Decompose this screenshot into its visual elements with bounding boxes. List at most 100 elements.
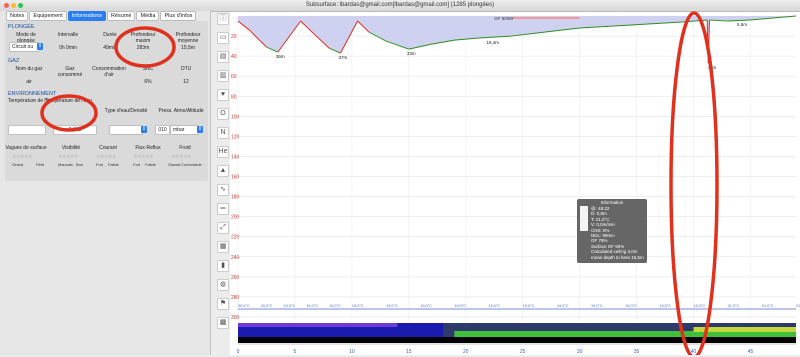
tooltip-line: GF 78% [591,238,608,244]
x-tick-label: 40 [691,349,697,355]
cns-value: 6% [144,79,152,85]
duration-value: 49min [103,45,117,51]
dive-profile-chart[interactable]: 20 40 60 80 100 120 140 160 180 200 220 240 260 280 30… [230,12,800,355]
dive-mode-select[interactable]: Circuit ou [9,42,40,52]
depth-label: 36m [276,54,285,59]
x-tick-label: 20 [463,349,469,355]
x-tick-label: 10 [349,349,355,355]
waves-low-label: Grand [12,162,24,167]
tab-summary[interactable]: Résumé [107,11,136,21]
water-temperature-field[interactable]: 0,0°C [53,125,97,135]
mean-depth-label: Profondeur moyenne [175,32,201,44]
deco-icon[interactable]: ⚑ [217,298,229,310]
air-temperature-field[interactable] [8,125,46,135]
surge-high-label: Faible [145,162,156,167]
window-title: Subsurface: lbardas@gmail.com[lbardas@gm… [305,2,495,8]
water-temperature-label: Température de l'eau [45,98,92,104]
heatmap-band [693,327,796,332]
depth-label: 37m [338,55,347,60]
temperature-label: 21,0°C [796,304,800,308]
chill-high-label: Confortable [181,162,202,167]
tooltip-line: mean depth to here 15,5m [591,254,644,260]
dive-mode-select-stepper-icon[interactable]: ⇕ [37,43,43,50]
water-type-stepper-icon[interactable]: ⇕ [141,126,147,133]
tab-equipment[interactable]: Equipement [29,11,67,21]
calc-ceiling-icon[interactable]: ▤ [217,51,229,63]
visibility-rating[interactable]: ☆☆☆☆☆ [58,154,78,160]
po2-icon[interactable]: O [217,108,229,120]
gas-name-label: Nom du gaz [15,66,43,72]
ruler-icon[interactable]: ═ [217,203,229,215]
tank-icon[interactable]: ▮ [217,260,229,272]
temperature-label: 19,0°C [659,304,671,308]
dive-profile-svg[interactable]: 2040608010012014016018020022024026028030… [230,12,800,355]
scale-icon[interactable]: ⤢ [217,222,229,234]
max-depth-label: Profondeur maxim [130,32,156,44]
tooltip-line: CNS: 6% [591,227,610,233]
surge-label: Flux-Reflux [135,145,161,151]
surge-low-label: Fort [133,162,141,167]
water-type-label: Type d'eau/Densité [104,108,148,114]
tooltip-line: V: 0,0m/min [591,222,615,228]
y-tick-label: 60 [231,74,237,80]
x-tick-label: 30 [577,349,583,355]
x-tick-label: 0 [237,349,240,355]
tab-bar: Notes Equipement Informations Résumé Méd… [6,11,197,21]
tooltip-line: Calculated ceiling 3,0m [591,249,638,255]
tooltip-depth-gauge-icon [580,206,588,231]
information-tooltip: Information @: 49:22 D: 0,8m T: 21,0°C V: 0… [577,199,647,263]
temperature-label: 19,0°C [523,304,535,308]
depth-label: GF 80/80 [494,16,513,21]
ceiling-icon[interactable]: ▭ [217,32,229,44]
pressure-field[interactable]: 010 [155,125,170,135]
pressure-unit-stepper-icon[interactable]: ⇕ [197,126,203,133]
chill-rating[interactable]: ☆☆☆☆☆ [171,154,191,160]
tooltip-line: T: 21,0°C [591,216,610,222]
surge-rating[interactable]: ☆☆☆☆☆ [133,154,153,160]
tab-media[interactable]: Média [136,11,160,21]
depth-label: 5,5m [737,22,747,27]
heatmap-band [238,337,796,343]
water-type-select[interactable] [109,125,143,135]
x-tick-label: 5 [294,349,297,355]
temperature-label: 19,0°C [329,304,341,308]
temperature-label: 20,0°C [261,304,273,308]
depth-label: 18,4m [487,40,500,45]
sac-label: Consommation d'air [92,66,126,78]
current-high-label: Faible [108,162,119,167]
current-rating[interactable]: ☆☆☆☆☆ [96,154,116,160]
sac-icon[interactable]: ◍ [217,279,229,291]
gradient-icon[interactable]: ▲ [217,165,229,177]
visibility-label: Visibilité [61,145,81,151]
section-gas-heading: GAZ [8,58,20,64]
gas-name-value: air [26,79,32,85]
y-tick-label: 80 [231,94,237,100]
tooltip-line: @: 49:22 [591,206,610,211]
tooltip-line: D: 0,8m [591,211,607,217]
y-tick-label: 20 [231,34,237,40]
tissue-icon[interactable]: ▥ [217,70,229,82]
info-icon[interactable]: ⓘ [217,13,229,25]
depth-label: 47m [707,65,716,70]
waves-rating[interactable]: ☆☆☆☆☆ [12,154,32,160]
x-tick-label: 25 [520,349,526,355]
tooltip-line: NDL: 99min [591,233,615,238]
visibility-low-label: Mauvais [58,162,73,167]
temperature-label: 19,0°C [489,304,501,308]
tab-information[interactable]: Informations [67,11,106,21]
heart-rate-icon[interactable]: ♥ [217,89,229,101]
temperature-label: 20,0°C [238,304,250,308]
profile-icon[interactable]: ∿ [217,184,229,196]
heatmap-icon[interactable]: ▩ [217,317,229,329]
pn2-icon[interactable]: N [217,127,229,139]
temperature-label: 19,0°C [420,304,432,308]
tooltip-line: Surface GF 90% [591,243,625,249]
temperature-label: 19,0°C [386,304,398,308]
phe-icon[interactable]: He [217,146,229,158]
temperature-label: 19,0°C [352,304,364,308]
pictures-icon[interactable]: ▦ [217,241,229,253]
pressure-unit-select[interactable]: mbar [170,125,199,135]
profile-toolbar: ⓘ ▭ ▤ ▥ ♥ O N He ▲ ∿ ═ ⤢ ▦ ▮ ◍ ⚑ ▩ [216,13,229,353]
tab-notes[interactable]: Notes [6,11,29,21]
tab-more-info[interactable]: Plus d'infos [160,11,197,21]
